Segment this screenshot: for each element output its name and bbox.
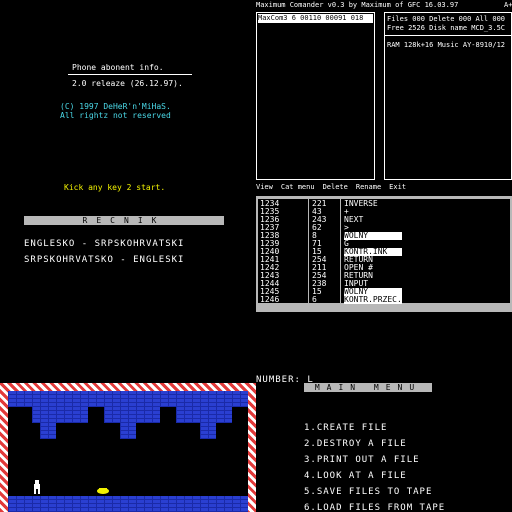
info-divider (384, 35, 512, 36)
arch-brick-1 (32, 407, 88, 423)
title-underline (68, 74, 192, 75)
drive-indicator: A+ (504, 1, 512, 9)
listing-divider-2 (340, 199, 341, 303)
maxcom-menu-bar: View Cat menu Delete Rename Exit (256, 184, 406, 191)
menu-save-tape[interactable]: 5.SAVE FILES TO TAPE (304, 488, 432, 497)
release-text: 2.0 releaze (26.12.97). (72, 79, 183, 88)
maxcom-header: Maximum Comander v0.3 by Maximum of GFC … (256, 1, 512, 9)
recnik-option-eng-srp[interactable]: ENGLESKO - SRPSKOHRVATSKI (24, 240, 184, 249)
menu-create-file[interactable]: 1.CREATE FILE (304, 424, 387, 433)
listing-token-2: NEXT (344, 215, 364, 224)
pillar-brick-3 (200, 423, 216, 439)
file-panel-left[interactable] (256, 12, 375, 180)
menu-load-tape[interactable]: 6.LOAD FILES FROM TAPE (304, 504, 445, 512)
listing-address-12: 1246 (260, 295, 280, 304)
listing-divider-1 (308, 199, 309, 303)
info-panel-right (384, 12, 512, 180)
arch-brick-3 (176, 407, 232, 423)
phone-info-title: Phone abonent info. (72, 63, 164, 72)
recnik-title-bar: RECNIK (24, 216, 224, 225)
recnik-option-srp-eng[interactable]: SRPSKOHRVATSKO - ENGLESKI (24, 256, 184, 265)
arch-brick-2 (104, 407, 160, 423)
pillar-brick-1 (40, 423, 56, 439)
copyright-text: (C) 1997 DeHeR'n'MiHaS. (60, 102, 171, 111)
listing-code-12: 6 (312, 295, 317, 304)
listing-token-0: INVERSE (344, 199, 378, 208)
treasure-sprite (97, 488, 109, 494)
info-line-free: Free 2526 Disk name MCD_3.5C (387, 24, 506, 32)
pillar-brick-2 (120, 423, 136, 439)
start-prompt[interactable]: Kick any key 2 start. (64, 184, 165, 192)
floor-bricks (8, 496, 248, 512)
menu-delete[interactable]: Delete (323, 184, 348, 191)
menu-rename[interactable]: Rename (356, 184, 381, 191)
menu-exit[interactable]: Exit (389, 184, 406, 191)
listing-address-column: 1234 1235 1236 1237 1238 1239 1240 1241 1242 1243… (260, 200, 279, 304)
player-sprite (34, 480, 40, 494)
listing-token-column: INVERSE + NEXT > WOLNY G KONTR.INK RETURN OPEN #… (344, 200, 402, 304)
main-menu-title: MAIN MENU (304, 383, 432, 392)
menu-view[interactable]: View (256, 184, 273, 191)
listing-token-12: KONTR.PRZEC. (344, 295, 402, 304)
file-panel-cursor[interactable]: MaxCom3 6 00110 00091 018 (258, 14, 373, 23)
listing-token-4: WOLNY (344, 232, 402, 240)
menu-cat-menu[interactable]: Cat menu (281, 184, 315, 191)
ceiling-bricks (8, 391, 248, 407)
info-line-files: Files 000 Delete 000 All 000 (387, 15, 506, 23)
maxcom-header-title: Maximum Comander v0.3 by Maximum of GFC … (256, 1, 459, 9)
screenshot-collage: Phone abonent info. 2.0 releaze (26.12.9… (0, 0, 512, 512)
info-line-ram: RAM 128k+16 Music AY-8910/12 (387, 41, 506, 49)
rights-text: All rightz not reserved (60, 111, 171, 120)
menu-look-file[interactable]: 4.LOOK AT A FILE (304, 472, 407, 481)
menu-print-file[interactable]: 3.PRINT OUT A FILE (304, 456, 420, 465)
listing-code-column: 221 43 243 62 8 71 15 254 211 254 238 15 6 (312, 200, 326, 304)
menu-destroy-file[interactable]: 2.DESTROY A FILE (304, 440, 407, 449)
